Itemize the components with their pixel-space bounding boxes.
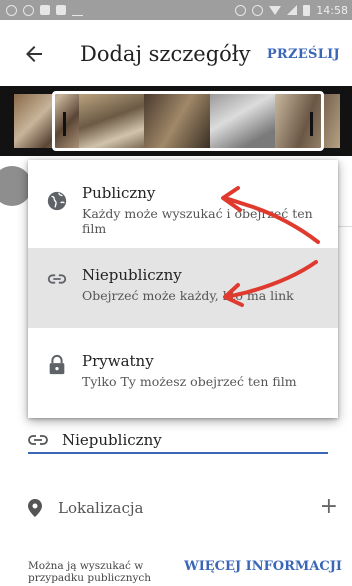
option-description: Tylko Ty możesz obejrzeć ten film	[82, 374, 297, 389]
instagram-icon-2	[23, 4, 34, 16]
battery-icon	[303, 4, 311, 16]
option-description: Obejrzeć może każdy, kto ma link	[82, 288, 294, 303]
option-title: Niepubliczny	[82, 266, 182, 284]
trim-handle-right[interactable]	[310, 112, 313, 136]
option-description: Każdy może wyszukać i obejrzeć ten film	[82, 206, 313, 236]
status-time: 14:58	[316, 3, 348, 17]
signal-icon	[287, 5, 298, 15]
globe-icon	[47, 191, 67, 211]
app-bar: Dodaj szczegóły PRZEŚLIJ	[0, 20, 352, 86]
plus-icon[interactable]: +	[320, 494, 338, 519]
location-pin-icon	[28, 499, 42, 517]
location-label: Lokalizacja	[58, 499, 144, 517]
privacy-option-unlisted[interactable]: Niepubliczny Obejrzeć może każdy, kto ma…	[28, 248, 338, 328]
upload-button[interactable]: PRZEŚLIJ	[267, 47, 340, 62]
privacy-dialog: Publiczny Każdy może wyszukać i obejrzeć…	[28, 160, 338, 418]
trim-handle-left[interactable]	[63, 112, 66, 136]
page-title: Dodaj szczegóły	[80, 42, 251, 66]
lock-icon	[49, 354, 65, 375]
sync-icon	[235, 4, 247, 16]
link-icon	[28, 435, 48, 445]
link-icon	[47, 274, 67, 284]
message-icon	[40, 5, 50, 15]
more-info-button[interactable]: WIĘCEJ INFORMACJI	[184, 559, 342, 574]
alarm-icon	[252, 4, 264, 16]
privacy-option-public[interactable]: Publiczny Każdy może wyszukać i obejrzeć…	[28, 160, 338, 248]
privacy-field[interactable]: Niepubliczny	[28, 428, 328, 454]
linkedin-icon	[56, 5, 66, 15]
video-trim-strip[interactable]	[0, 86, 352, 156]
status-bar: 14:58	[0, 0, 352, 20]
system-icons: 14:58	[235, 4, 348, 17]
option-title: Publiczny	[82, 184, 156, 202]
info-text: Można ją wyszukać w przypadku publicznyc…	[28, 560, 152, 584]
privacy-field-value: Niepubliczny	[62, 431, 162, 449]
wifi-icon	[269, 5, 282, 15]
notification-icons	[6, 4, 83, 16]
location-row[interactable]: Lokalizacja +	[28, 494, 338, 520]
option-title: Prywatny	[82, 352, 154, 370]
back-arrow-icon[interactable]	[22, 42, 46, 66]
privacy-option-private[interactable]: Prywatny Tylko Ty możesz obejrzeć ten fi…	[28, 328, 338, 418]
instagram-icon	[6, 4, 17, 16]
download-icon	[72, 5, 83, 16]
trim-selection[interactable]	[52, 91, 324, 151]
